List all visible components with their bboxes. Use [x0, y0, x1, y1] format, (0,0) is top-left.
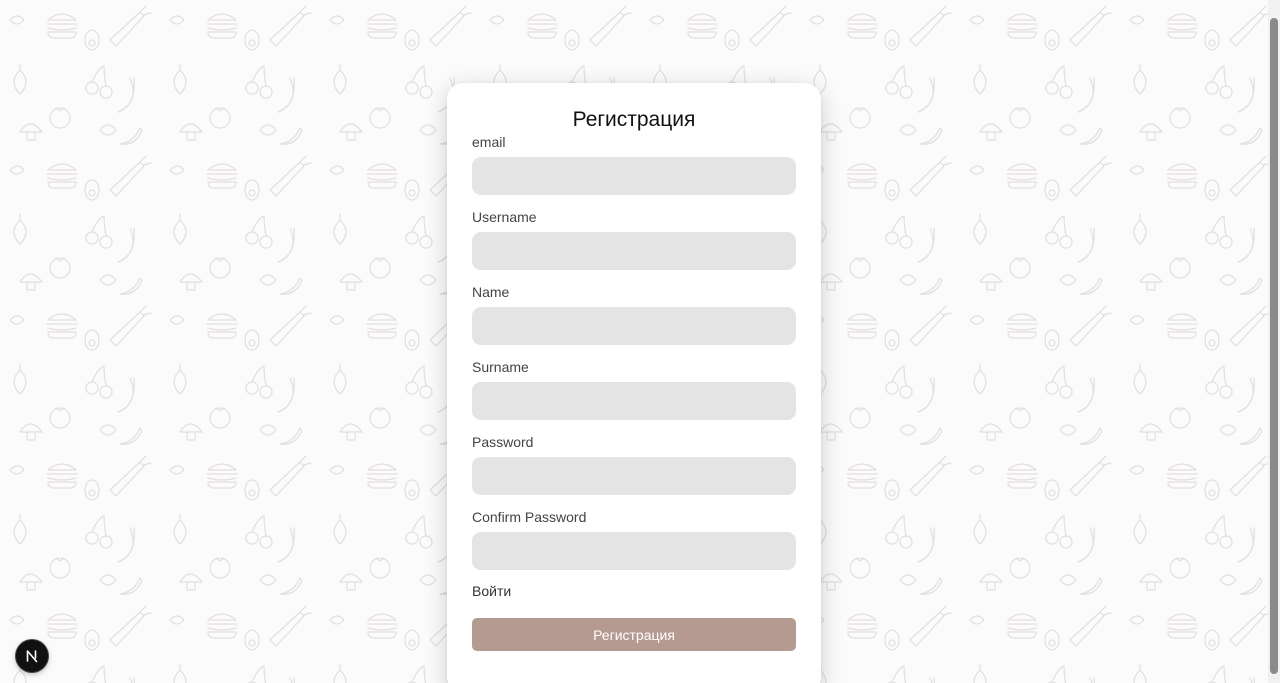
nextjs-logo-icon[interactable]: [16, 640, 48, 672]
username-field-group: Username: [472, 208, 796, 283]
username-label: Username: [472, 209, 537, 225]
form-title: Регистрация: [572, 108, 696, 131]
name-input[interactable]: [472, 307, 796, 345]
name-label: Name: [472, 284, 510, 300]
surname-label: Surname: [472, 359, 529, 375]
confirm-password-field-group: Confirm Password: [472, 508, 796, 583]
confirm-password-input[interactable]: [472, 532, 796, 570]
scrollbar-thumb[interactable]: [1270, 18, 1278, 674]
email-field-group: email: [472, 133, 796, 208]
password-label: Password: [472, 434, 534, 450]
nextjs-n-glyph: [26, 650, 38, 663]
name-field-group: Name: [472, 283, 796, 358]
register-button[interactable]: Регистрация: [472, 618, 796, 651]
login-link[interactable]: Войти: [472, 582, 796, 601]
password-field-group: Password: [472, 433, 796, 508]
password-input[interactable]: [472, 457, 796, 495]
vertical-scrollbar[interactable]: [1268, 0, 1280, 683]
email-label: email: [472, 134, 506, 150]
username-input[interactable]: [472, 232, 796, 270]
email-input[interactable]: [472, 157, 796, 195]
surname-input[interactable]: [472, 382, 796, 420]
surname-field-group: Surname: [472, 358, 796, 433]
registration-form: Регистрация email Username Name Surname …: [447, 83, 821, 683]
confirm-password-label: Confirm Password: [472, 509, 587, 525]
